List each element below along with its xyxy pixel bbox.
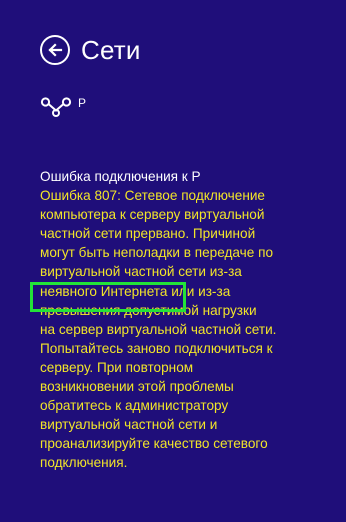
error-panel: Ошибка подключения к P Ошибка 807: Сетев… bbox=[40, 167, 315, 473]
vpn-connection-item[interactable]: P bbox=[40, 96, 86, 118]
back-arrow-icon bbox=[48, 43, 63, 57]
header: Сети bbox=[40, 34, 141, 66]
back-button[interactable] bbox=[40, 35, 70, 65]
vpn-connection-name: P bbox=[78, 96, 87, 110]
page-title: Сети bbox=[81, 35, 141, 65]
error-title: Ошибка подключения к P bbox=[40, 169, 201, 184]
vpn-connection-icon bbox=[40, 97, 72, 117]
error-message: Ошибка 807: Сетевое подключение компьюте… bbox=[40, 188, 277, 471]
